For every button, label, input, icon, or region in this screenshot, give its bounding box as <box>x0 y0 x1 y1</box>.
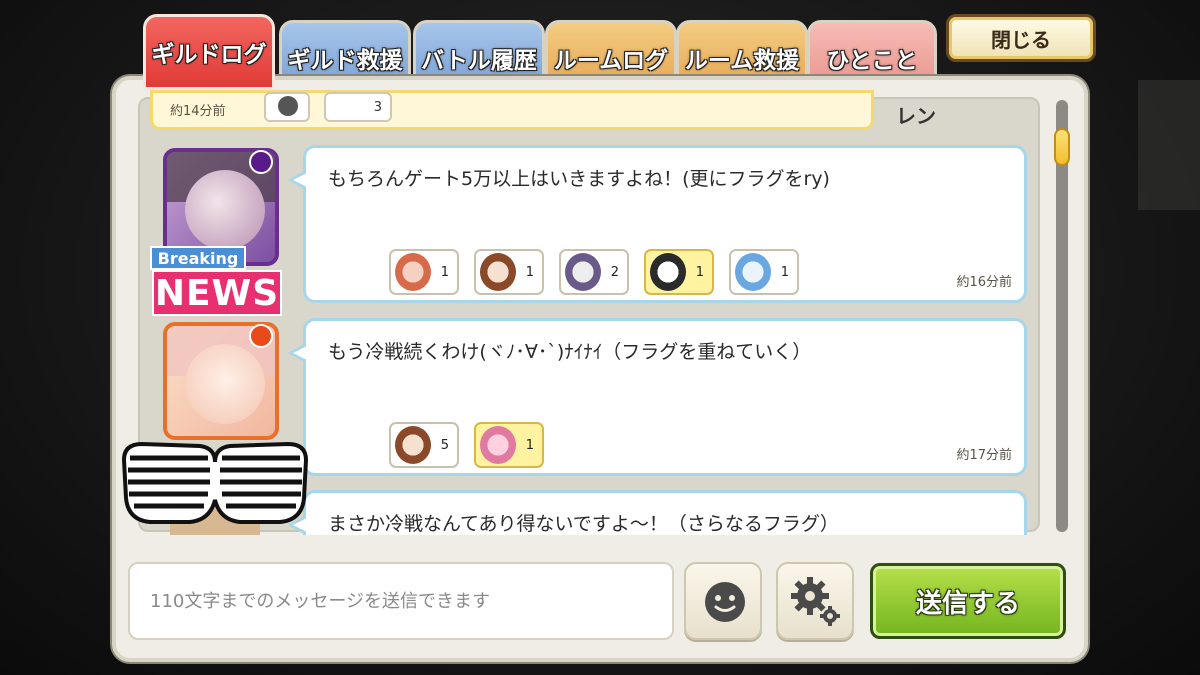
close-button[interactable]: 閉じる <box>946 14 1096 62</box>
shutter-shades-sticker <box>121 441 309 535</box>
stamp-reaction-selected[interactable]: 1 <box>644 249 714 295</box>
message-text: まさか冷戦なんてあり得ないですよ～！（さらなるフラグ） <box>328 513 839 535</box>
message-input[interactable] <box>130 564 672 638</box>
message-text: もちろんゲート5万以上はいきますよね！(更にフラグをry) <box>328 168 830 190</box>
send-button[interactable]: 送信する <box>870 563 1066 639</box>
character-stamp-icon <box>650 253 686 291</box>
tab-guild-log[interactable]: ギルドログ <box>143 14 275 90</box>
message-bubble: まさか冷戦なんてあり得ないですよ～！（さらなるフラグ） <box>288 490 1027 535</box>
reaction-count: 1 <box>525 437 534 453</box>
timestamp: 約14分前 <box>170 104 226 119</box>
stamp-reaction[interactable]: 5 <box>389 422 459 468</box>
reaction-list: 5 1 <box>389 422 544 468</box>
message-bubble: もちろんゲート5万以上はいきますよね！(更にフラグをry) 1 1 2 1 1 … <box>288 145 1027 303</box>
breaking-banner: Breaking <box>150 246 246 270</box>
tab-label: ルーム救援 <box>684 48 800 74</box>
log-entry-partial <box>150 90 874 130</box>
reaction-list: 1 1 2 1 1 <box>389 249 799 295</box>
player-name: レン <box>896 104 936 128</box>
character-stamp-icon <box>735 253 771 291</box>
tab-bar: ギルドログ ギルド救援 バトル履歴 ルームログ ルーム救援 ひとこと <box>143 14 943 90</box>
avatar-face <box>185 170 265 250</box>
character-stamp-icon <box>565 253 601 291</box>
background-decoration <box>1138 80 1200 210</box>
emoji-button[interactable] <box>684 562 762 640</box>
timestamp: 約17分前 <box>956 448 1012 463</box>
news-banner: NEWS <box>152 270 282 316</box>
reaction-count: 1 <box>525 264 534 280</box>
stamp-reaction[interactable]: 1 <box>389 249 459 295</box>
emoji-reaction[interactable] <box>264 92 310 122</box>
stamp-reaction[interactable]: 2 <box>559 249 629 295</box>
stamp-reaction[interactable]: 1 <box>474 249 544 295</box>
fire-element-icon <box>249 324 273 348</box>
message-bubble: もう冷戦続くわけ(ヾﾉ･∀･`)ﾅｲﾅｲ（フラグを重ねていく） 5 1 約17分… <box>288 318 1027 476</box>
scrollbar-thumb[interactable] <box>1054 128 1070 166</box>
gear-icon <box>791 577 840 626</box>
tab-label: ギルド救援 <box>287 48 403 74</box>
character-stamp-icon <box>480 426 516 464</box>
reaction-count: 5 <box>440 437 449 453</box>
tab-label: ギルドログ <box>151 42 267 68</box>
reaction-count: 1 <box>695 264 704 280</box>
settings-button[interactable] <box>776 562 854 640</box>
close-label: 閉じる <box>991 27 1051 52</box>
character-stamp-icon <box>480 253 516 291</box>
dark-element-icon <box>249 150 273 174</box>
reaction-count: 1 <box>440 264 449 280</box>
stamp-reaction[interactable]: 3 <box>324 92 392 122</box>
stamp-reaction[interactable]: 1 <box>729 249 799 295</box>
avatar-face <box>185 344 265 424</box>
character-stamp-icon <box>395 253 431 291</box>
reaction-count: 3 <box>373 99 382 115</box>
active-tab-indicator <box>197 87 221 90</box>
reaction-count: 1 <box>780 264 789 280</box>
message-text: もう冷戦続くわけ(ヾﾉ･∀･`)ﾅｲﾅｲ（フラグを重ねていく） <box>328 341 812 363</box>
emoji-icon <box>705 582 745 622</box>
tab-label: ルームログ <box>553 48 669 74</box>
message-input-container <box>128 562 674 640</box>
character-stamp-icon <box>395 426 431 464</box>
tab-label: ひとこと <box>826 48 918 74</box>
stamp-reaction-selected[interactable]: 1 <box>474 422 544 468</box>
timestamp: 約16分前 <box>956 275 1012 290</box>
tab-label: バトル履歴 <box>421 48 537 74</box>
send-label: 送信する <box>915 588 1020 619</box>
reaction-count: 2 <box>610 264 619 280</box>
